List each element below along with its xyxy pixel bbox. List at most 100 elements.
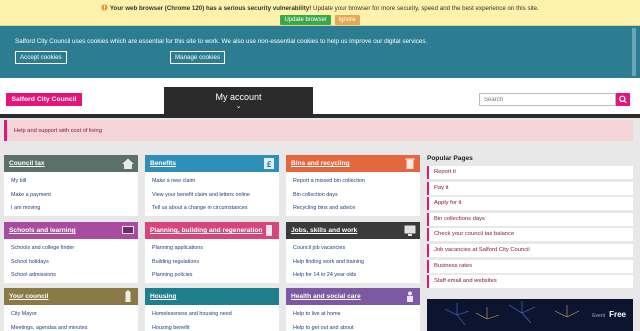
popular-pages: Popular Pages Report it Pay it Apply for… [427, 150, 633, 291]
house-icon [122, 158, 134, 169]
card-link[interactable]: Council job vacancies [293, 242, 413, 256]
popular-link[interactable]: Business rates [434, 263, 472, 269]
card-council-tax-title: Council tax [9, 160, 45, 167]
card-link[interactable]: School holidays [11, 256, 131, 270]
browser-update-text: Update your browser for more security, s… [313, 5, 539, 12]
card-link[interactable]: Make a new claim [152, 175, 272, 189]
popular-item[interactable]: Report it [427, 166, 633, 179]
card-link[interactable]: Tell us about a change in circumstances [152, 202, 272, 216]
blackboard-icon [122, 226, 134, 234]
card-link[interactable]: View your benefit claim and letters onli… [152, 189, 272, 203]
cookie-banner: Salford City Council uses cookies which … [0, 26, 640, 78]
promo-banner[interactable]: Event Free [427, 299, 633, 331]
popular-item[interactable]: Bin collections days [427, 212, 633, 226]
card-bins-title: Bins and recycling [291, 160, 350, 167]
card-housing-title: Housing [150, 293, 177, 300]
cost-of-living-alert: Help and support with cost of living [4, 120, 633, 141]
card-jobs-title: Jobs, skills and work [291, 227, 358, 234]
card-link[interactable]: Bin collection days [293, 189, 413, 203]
card-link[interactable]: Report a missed bin collection [293, 175, 413, 189]
card-schools-title: Schools and learning [9, 227, 76, 234]
card-benefits: Benefits £ Make a new claim View your be… [145, 155, 279, 216]
card-your-council-title: Your council [9, 293, 49, 300]
card-jobs: Jobs, skills and work Council job vacanc… [286, 222, 420, 283]
card-link[interactable]: Planning applications [152, 242, 272, 256]
card-link[interactable]: City Mayor [11, 308, 131, 322]
card-benefits-title: Benefits [150, 160, 177, 167]
card-link[interactable]: School admissions [11, 269, 131, 283]
card-link[interactable]: Housing benefit [152, 322, 272, 331]
update-browser-button[interactable]: Update browser [280, 15, 331, 25]
popular-link[interactable]: Check your council tax balance [434, 231, 514, 237]
card-link[interactable]: My bill [11, 175, 131, 189]
card-housing-header[interactable]: Housing [145, 288, 279, 305]
search-button[interactable] [616, 93, 630, 106]
popular-item[interactable]: Staff email and websites [427, 275, 633, 289]
my-account-button[interactable]: My account ⌄ [164, 87, 313, 114]
popular-item[interactable]: Apply for it [427, 197, 633, 211]
card-council-tax: Council tax My bill Make a payment I am … [4, 155, 138, 216]
card-health-title: Health and social care [291, 293, 361, 300]
computer-icon [404, 225, 416, 236]
card-health: Health and social care Help to live at h… [286, 288, 420, 331]
popular-item[interactable]: Business rates [427, 259, 633, 273]
manage-cookies-button[interactable]: Manage cookies [170, 51, 226, 64]
card-link[interactable]: Schools and college finder [11, 242, 131, 256]
cookie-scrollbar[interactable] [632, 28, 636, 76]
card-your-council: Your council City Mayor Meetings, agenda… [4, 288, 138, 331]
pound-icon: £ [264, 158, 274, 169]
card-link[interactable]: Building regulations [152, 256, 272, 270]
card-health-header[interactable]: Health and social care [286, 288, 420, 305]
site-logo[interactable]: Salford City Council [6, 93, 82, 106]
popular-item[interactable]: Check your council tax balance [427, 228, 633, 242]
popular-item[interactable]: Job vacancies at Salford City Council [427, 243, 633, 257]
card-link[interactable]: Help for 14 to 24 year olds [293, 269, 413, 283]
promo-sub: Event [592, 313, 605, 319]
popular-pages-heading: Popular Pages [427, 155, 473, 162]
search-icon [619, 95, 627, 104]
popular-item[interactable]: Pay it [427, 181, 633, 195]
browser-update-bold: Your web browser (Chrome 120) has a seri… [109, 5, 312, 12]
tower-icon [125, 290, 131, 302]
popular-link[interactable]: Job vacancies at Salford City Council [434, 247, 530, 253]
accept-cookies-button[interactable]: Accept cookies [15, 51, 67, 64]
popular-link[interactable]: Report it [434, 169, 456, 175]
popular-link[interactable]: Bin collections days [434, 216, 485, 222]
browser-update-message: Your web browser (Chrome 120) has a seri… [0, 0, 640, 12]
card-council-tax-header[interactable]: Council tax [4, 155, 138, 172]
card-jobs-header[interactable]: Jobs, skills and work [286, 222, 420, 239]
card-your-council-header[interactable]: Your council [4, 288, 138, 305]
warning-icon [101, 4, 108, 11]
card-bins-header[interactable]: Bins and recycling [286, 155, 420, 172]
card-link[interactable]: Recycling bins and advice [293, 202, 413, 216]
site-header: Salford City Council My account ⌄ [0, 78, 640, 118]
bin-icon [405, 158, 415, 169]
card-link[interactable]: Help to get out and about [293, 322, 413, 331]
cookie-text: Salford City Council uses cookies which … [15, 38, 428, 45]
card-link[interactable]: Make a payment [11, 189, 131, 203]
card-housing: Housing Homelessness and housing need Ho… [145, 288, 279, 331]
popular-link[interactable]: Staff email and websites [434, 278, 497, 284]
card-link[interactable]: Homelessness and housing need [152, 308, 272, 322]
building-icon [266, 225, 272, 236]
card-benefits-header[interactable]: Benefits £ [145, 155, 279, 172]
card-link[interactable]: Meetings, agendas and minutes [11, 322, 131, 331]
cost-of-living-link[interactable]: Help and support with cost of living [14, 128, 102, 134]
ignore-button[interactable]: Ignore [334, 15, 360, 25]
card-planning: Planning, building and regeneration Plan… [145, 222, 279, 283]
card-planning-header[interactable]: Planning, building and regeneration [145, 222, 279, 239]
card-planning-title: Planning, building and regeneration [150, 227, 263, 234]
popular-link[interactable]: Apply for it [434, 200, 461, 206]
popular-link[interactable]: Pay it [434, 185, 449, 191]
card-schools-header[interactable]: Schools and learning [4, 222, 138, 239]
browser-update-bar: Your web browser (Chrome 120) has a seri… [0, 0, 640, 26]
card-bins: Bins and recycling Report a missed bin c… [286, 155, 420, 216]
card-link[interactable]: Planning policies [152, 269, 272, 283]
card-link[interactable]: Help to live at home [293, 308, 413, 322]
search-input[interactable] [479, 93, 616, 106]
my-account-label: My account [215, 92, 262, 102]
card-link[interactable]: Help finding work and training [293, 256, 413, 270]
card-schools: Schools and learning Schools and college… [4, 222, 138, 283]
chevron-down-icon: ⌄ [235, 103, 242, 110]
card-link[interactable]: I am moving [11, 202, 131, 216]
